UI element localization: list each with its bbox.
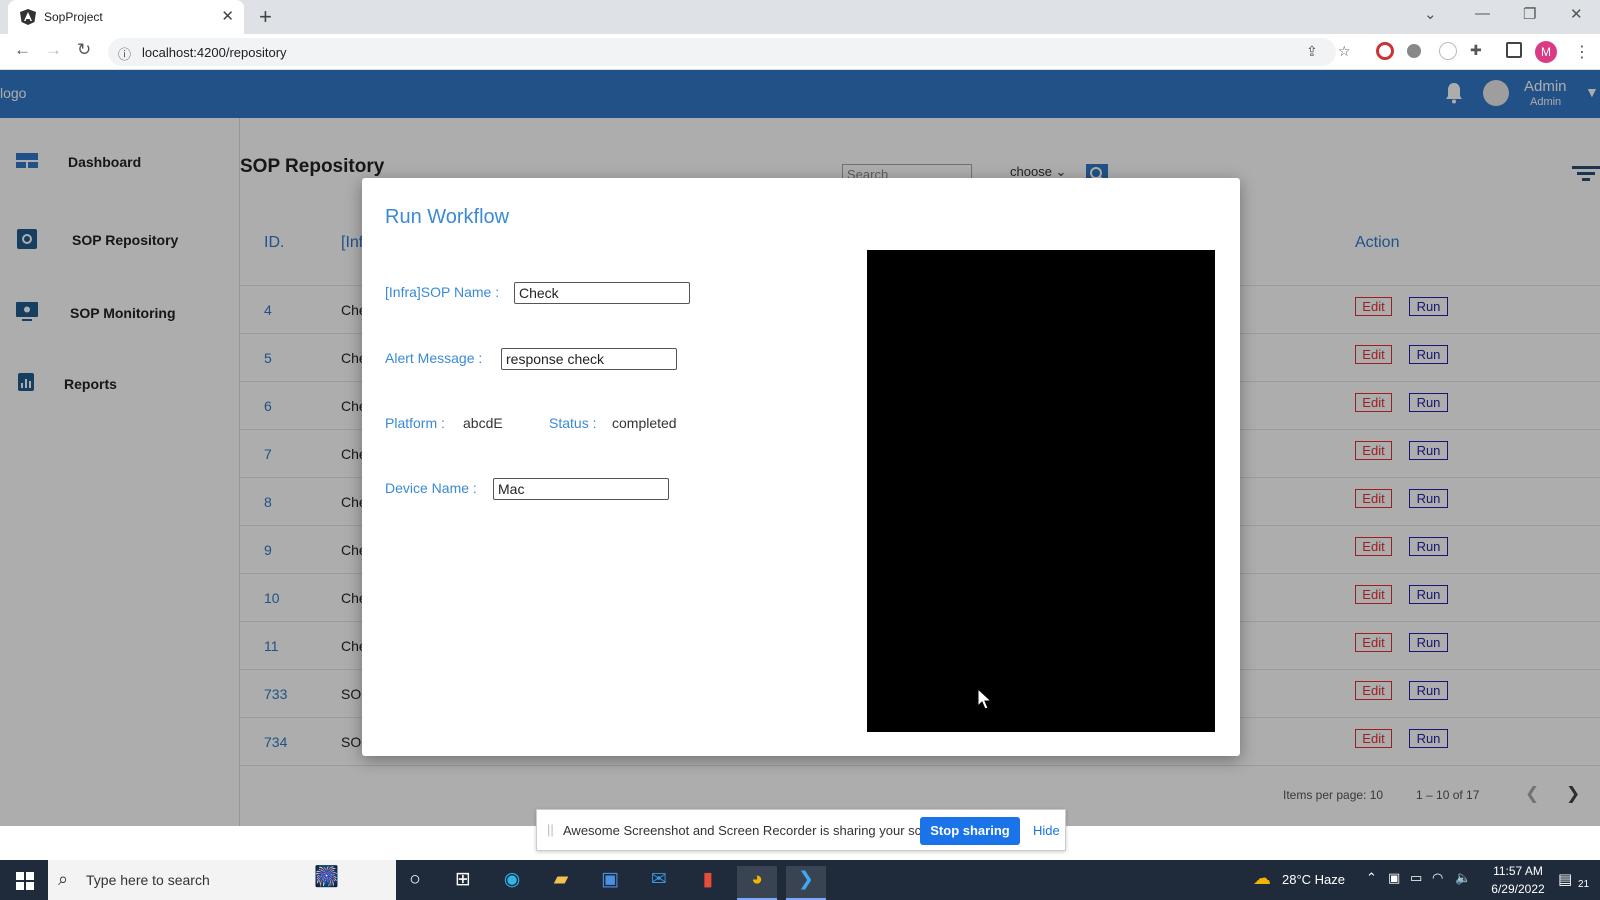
extension-record-icon[interactable] [1376, 42, 1394, 60]
clock-date[interactable]: 6/29/2022 [1483, 882, 1553, 896]
tray-chevron-icon[interactable]: ⌃ [1366, 870, 1377, 886]
hide-button[interactable]: Hide [1033, 823, 1060, 838]
volume-icon[interactable]: 🔈 [1455, 870, 1471, 886]
browser-tab[interactable]: SopProject ✕ [8, 0, 244, 34]
notification-count: 21 [1578, 879, 1590, 890]
tab-close-icon[interactable]: ✕ [221, 7, 234, 25]
minimize-button[interactable]: — [1475, 5, 1490, 22]
search-highlight-icon: 🎆 [314, 866, 339, 888]
restore-button[interactable]: ❐ [1523, 5, 1536, 23]
drag-handle-icon[interactable]: || [547, 822, 554, 837]
chrome-icon[interactable]: ◕ [737, 866, 777, 900]
task-view-icon[interactable]: ⊞ [443, 866, 483, 900]
new-tab-button[interactable]: + [259, 4, 272, 30]
profile-avatar[interactable]: M [1535, 41, 1557, 63]
stop-sharing-button[interactable]: Stop sharing [920, 817, 1020, 845]
tab-search-icon[interactable]: ⌄ [1424, 5, 1437, 23]
sop-name-label: [Infra]SOP Name : [385, 284, 500, 300]
status-label: Status : [549, 415, 597, 431]
extension-compass-icon[interactable] [1439, 42, 1457, 60]
site-info-icon[interactable]: ⓘ [118, 44, 131, 63]
microsoft-store-icon[interactable]: ▣ [590, 866, 630, 900]
tab-title: SopProject [44, 10, 103, 24]
platform-label: Platform : [385, 415, 445, 431]
status-value: completed [612, 415, 677, 431]
alert-message-label: Alert Message : [385, 350, 483, 366]
window-close-button[interactable]: ✕ [1570, 5, 1583, 23]
mail-icon[interactable]: ✉ [639, 866, 679, 900]
weather-icon[interactable]: ☁ [1253, 868, 1271, 889]
battery-icon[interactable]: ▭ [1410, 870, 1422, 886]
file-explorer-icon[interactable]: ▰ [541, 866, 581, 900]
forward-icon[interactable]: → [45, 40, 62, 60]
search-icon: ⌕ [58, 869, 69, 889]
angular-favicon-icon [20, 9, 36, 25]
device-name-input[interactable] [493, 478, 669, 500]
browser-tabstrip: SopProject ✕ + ⌄ — ❐ ✕ [0, 0, 1600, 34]
bookmark-star-icon[interactable]: ☆ [1338, 43, 1351, 60]
url-text: localhost:4200/repository [142, 45, 287, 60]
sop-name-input[interactable] [514, 282, 690, 304]
device-name-label: Device Name : [385, 480, 477, 496]
alert-message-input[interactable] [501, 348, 677, 370]
wifi-icon[interactable]: ◠ [1432, 870, 1443, 886]
platform-value: abcdE [463, 415, 503, 431]
taskbar-search-box[interactable]: ⌕ Type here to search 🎆 [48, 860, 396, 900]
sidebar-toggle-icon[interactable] [1506, 42, 1522, 58]
vscode-icon[interactable]: ❯ [786, 866, 826, 900]
clock-time[interactable]: 11:57 AM [1488, 864, 1548, 878]
browser-menu-icon[interactable]: ⋮ [1574, 42, 1590, 62]
dialog-title: Run Workflow [385, 206, 510, 228]
address-bar[interactable]: ⓘ localhost:4200/repository ⇪ ☆ [108, 38, 1351, 66]
browser-toolbar: ← → ↻ ⓘ localhost:4200/repository ⇪ ☆ ✚ … [0, 34, 1600, 70]
screen-sharing-bar: || Awesome Screenshot and Screen Recorde… [536, 809, 1066, 851]
mouse-cursor-icon [977, 688, 993, 710]
run-workflow-dialog: Run Workflow [Infra]SOP Name : Alert Mes… [362, 178, 1240, 756]
edge-browser-icon[interactable]: ◉ [492, 866, 532, 900]
notification-center-icon[interactable]: ▤ [1558, 870, 1572, 888]
cortana-icon[interactable]: ○ [395, 866, 435, 900]
video-preview[interactable] [867, 250, 1215, 732]
share-icon[interactable]: ⇪ [1306, 43, 1318, 60]
back-icon[interactable]: ← [14, 40, 31, 60]
weather-text[interactable]: 28°C Haze [1282, 872, 1345, 887]
windows-start-icon[interactable] [16, 872, 34, 890]
camera-icon[interactable]: ▣ [1388, 870, 1400, 886]
extensions-puzzle-icon[interactable]: ✚ [1470, 42, 1482, 59]
office-icon[interactable]: ▮ [688, 866, 728, 900]
reload-icon[interactable]: ↻ [77, 40, 91, 60]
extension-bug-icon[interactable] [1407, 44, 1421, 58]
windows-taskbar: ⌕ Type here to search 🎆 ○ ⊞ ◉ ▰ ▣ ✉ ▮ ◕ … [0, 860, 1600, 900]
taskbar-search-placeholder: Type here to search [86, 872, 210, 888]
sharing-message: Awesome Screenshot and Screen Recorder i… [563, 823, 951, 838]
